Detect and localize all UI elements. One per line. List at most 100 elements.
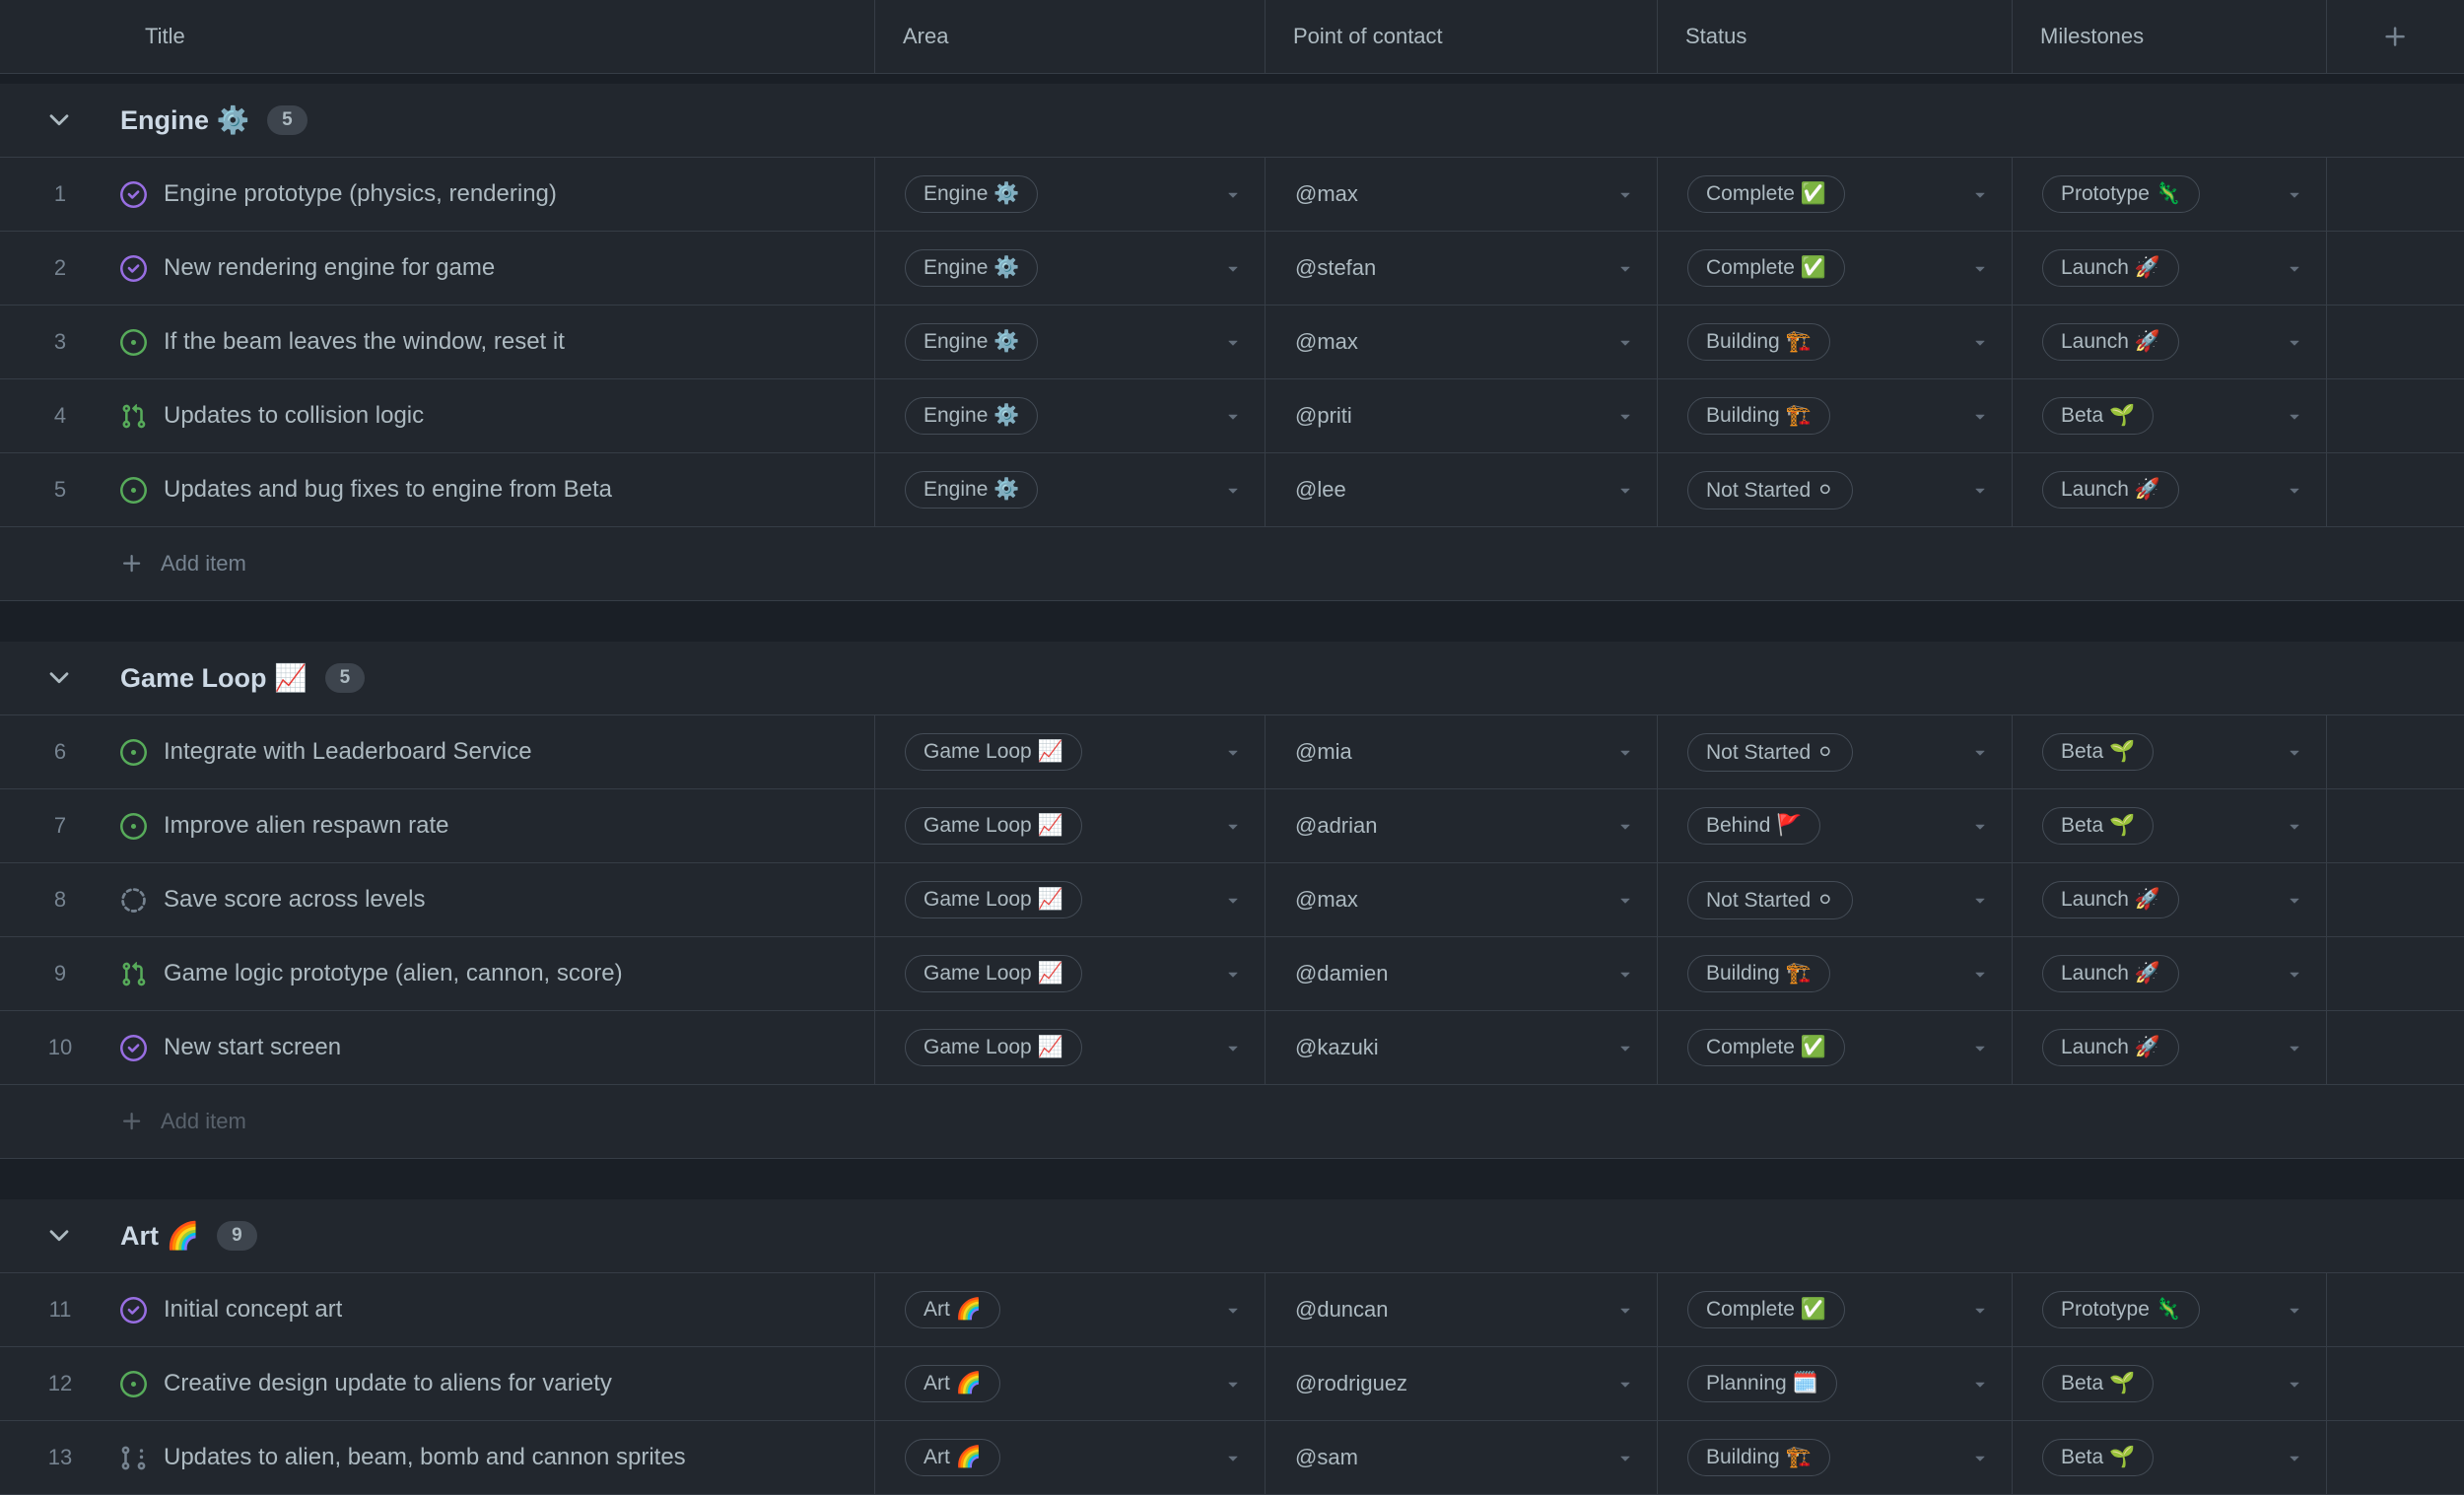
- dropdown-caret-icon[interactable]: [1615, 406, 1635, 426]
- add-item-button[interactable]: Add item: [0, 527, 2464, 601]
- area-pill[interactable]: Engine ⚙️: [905, 397, 1039, 435]
- milestone-pill[interactable]: Beta 🌱: [2042, 807, 2155, 845]
- dropdown-caret-icon[interactable]: [1223, 1374, 1243, 1393]
- dropdown-caret-icon[interactable]: [1970, 742, 1990, 762]
- status-cell[interactable]: Complete ✅: [1658, 232, 2013, 305]
- dropdown-caret-icon[interactable]: [1223, 964, 1243, 984]
- milestone-cell[interactable]: Launch 🚀: [2013, 453, 2327, 526]
- milestone-cell[interactable]: Prototype 🦎: [2013, 1273, 2327, 1346]
- dropdown-caret-icon[interactable]: [2285, 1038, 2304, 1057]
- milestone-pill[interactable]: Beta 🌱: [2042, 733, 2155, 771]
- area-cell[interactable]: Engine ⚙️: [875, 232, 1266, 305]
- item-title[interactable]: New start screen: [164, 1034, 341, 1061]
- add-item-button[interactable]: Add item: [0, 1085, 2464, 1159]
- dropdown-caret-icon[interactable]: [1223, 406, 1243, 426]
- area-pill[interactable]: Game Loop 📈: [905, 1029, 1082, 1066]
- contact-handle[interactable]: @sam: [1295, 1445, 1358, 1470]
- milestone-cell[interactable]: Launch 🚀: [2013, 937, 2327, 1010]
- contact-handle[interactable]: @max: [1295, 887, 1358, 913]
- milestone-pill[interactable]: Prototype 🦎: [2042, 1291, 2200, 1328]
- item-title[interactable]: Initial concept art: [164, 1296, 342, 1324]
- dropdown-caret-icon[interactable]: [1970, 1448, 1990, 1467]
- milestone-pill[interactable]: Launch 🚀: [2042, 471, 2179, 509]
- dropdown-caret-icon[interactable]: [2285, 816, 2304, 836]
- milestone-cell[interactable]: Beta 🌱: [2013, 379, 2327, 452]
- item-title[interactable]: Save score across levels: [164, 886, 425, 914]
- status-cell[interactable]: Complete ✅: [1658, 1273, 2013, 1346]
- contact-cell[interactable]: @sam: [1266, 1421, 1658, 1494]
- status-cell[interactable]: Complete ✅: [1658, 1011, 2013, 1084]
- dropdown-caret-icon[interactable]: [2285, 1374, 2304, 1393]
- status-pill[interactable]: Not Started ⚪: [1687, 880, 1853, 919]
- milestone-pill[interactable]: Launch 🚀: [2042, 881, 2179, 918]
- dropdown-caret-icon[interactable]: [2285, 332, 2304, 352]
- dropdown-caret-icon[interactable]: [1615, 816, 1635, 836]
- dropdown-caret-icon[interactable]: [1615, 258, 1635, 278]
- contact-handle[interactable]: @duncan: [1295, 1297, 1389, 1323]
- dropdown-caret-icon[interactable]: [1970, 1300, 1990, 1320]
- milestone-cell[interactable]: Launch 🚀: [2013, 1011, 2327, 1084]
- contact-cell[interactable]: @damien: [1266, 937, 1658, 1010]
- status-pill[interactable]: Complete ✅: [1687, 1029, 1845, 1066]
- dropdown-caret-icon[interactable]: [2285, 258, 2304, 278]
- status-cell[interactable]: Building 🏗️: [1658, 937, 2013, 1010]
- dropdown-caret-icon[interactable]: [1615, 1374, 1635, 1393]
- dropdown-caret-icon[interactable]: [1223, 742, 1243, 762]
- dropdown-caret-icon[interactable]: [2285, 480, 2304, 500]
- column-header-status[interactable]: Status: [1658, 0, 2013, 73]
- column-header-point-of-contact[interactable]: Point of contact: [1266, 0, 1658, 73]
- area-pill[interactable]: Engine ⚙️: [905, 175, 1039, 213]
- item-title[interactable]: Updates and bug fixes to engine from Bet…: [164, 476, 612, 504]
- chevron-down-icon[interactable]: [44, 663, 74, 693]
- status-cell[interactable]: Not Started ⚪: [1658, 863, 2013, 936]
- milestone-cell[interactable]: Beta 🌱: [2013, 715, 2327, 788]
- item-title[interactable]: Engine prototype (physics, rendering): [164, 180, 557, 208]
- area-cell[interactable]: Game Loop 📈: [875, 789, 1266, 862]
- dropdown-caret-icon[interactable]: [1970, 258, 1990, 278]
- status-cell[interactable]: Building 🏗️: [1658, 379, 2013, 452]
- area-pill[interactable]: Engine ⚙️: [905, 249, 1039, 287]
- dropdown-caret-icon[interactable]: [1970, 816, 1990, 836]
- dropdown-caret-icon[interactable]: [2285, 890, 2304, 910]
- item-title[interactable]: Creative design update to aliens for var…: [164, 1370, 612, 1397]
- dropdown-caret-icon[interactable]: [2285, 964, 2304, 984]
- add-column-button[interactable]: [2327, 0, 2464, 73]
- area-cell[interactable]: Engine ⚙️: [875, 453, 1266, 526]
- milestone-cell[interactable]: Launch 🚀: [2013, 306, 2327, 378]
- contact-cell[interactable]: @kazuki: [1266, 1011, 1658, 1084]
- milestone-pill[interactable]: Beta 🌱: [2042, 397, 2155, 435]
- contact-handle[interactable]: @max: [1295, 329, 1358, 355]
- dropdown-caret-icon[interactable]: [1970, 1374, 1990, 1393]
- item-title[interactable]: Updates to collision logic: [164, 402, 424, 430]
- status-cell[interactable]: Complete ✅: [1658, 158, 2013, 231]
- milestone-cell[interactable]: Prototype 🦎: [2013, 158, 2327, 231]
- area-pill[interactable]: Art 🌈: [905, 1365, 1000, 1402]
- contact-cell[interactable]: @lee: [1266, 453, 1658, 526]
- milestone-pill[interactable]: Launch 🚀: [2042, 1029, 2179, 1066]
- dropdown-caret-icon[interactable]: [1223, 332, 1243, 352]
- area-cell[interactable]: Game Loop 📈: [875, 1011, 1266, 1084]
- dropdown-caret-icon[interactable]: [1615, 332, 1635, 352]
- dropdown-caret-icon[interactable]: [1223, 890, 1243, 910]
- milestone-pill[interactable]: Beta 🌱: [2042, 1365, 2155, 1402]
- status-cell[interactable]: Not Started ⚪: [1658, 715, 2013, 788]
- area-cell[interactable]: Engine ⚙️: [875, 158, 1266, 231]
- contact-cell[interactable]: @max: [1266, 306, 1658, 378]
- contact-cell[interactable]: @priti: [1266, 379, 1658, 452]
- area-pill[interactable]: Engine ⚙️: [905, 323, 1039, 361]
- contact-handle[interactable]: @kazuki: [1295, 1035, 1379, 1060]
- status-cell[interactable]: Not Started ⚪: [1658, 453, 2013, 526]
- dropdown-caret-icon[interactable]: [1970, 480, 1990, 500]
- status-cell[interactable]: Planning 🗓️: [1658, 1347, 2013, 1420]
- milestone-cell[interactable]: Launch 🚀: [2013, 232, 2327, 305]
- contact-handle[interactable]: @priti: [1295, 403, 1352, 429]
- dropdown-caret-icon[interactable]: [1223, 184, 1243, 204]
- dropdown-caret-icon[interactable]: [1223, 1448, 1243, 1467]
- area-pill[interactable]: Art 🌈: [905, 1439, 1000, 1476]
- status-pill[interactable]: Behind 🚩: [1687, 807, 1821, 845]
- contact-handle[interactable]: @max: [1295, 181, 1358, 207]
- chevron-down-icon[interactable]: [44, 1221, 74, 1251]
- contact-handle[interactable]: @adrian: [1295, 813, 1378, 839]
- area-cell[interactable]: Game Loop 📈: [875, 937, 1266, 1010]
- contact-handle[interactable]: @damien: [1295, 961, 1389, 986]
